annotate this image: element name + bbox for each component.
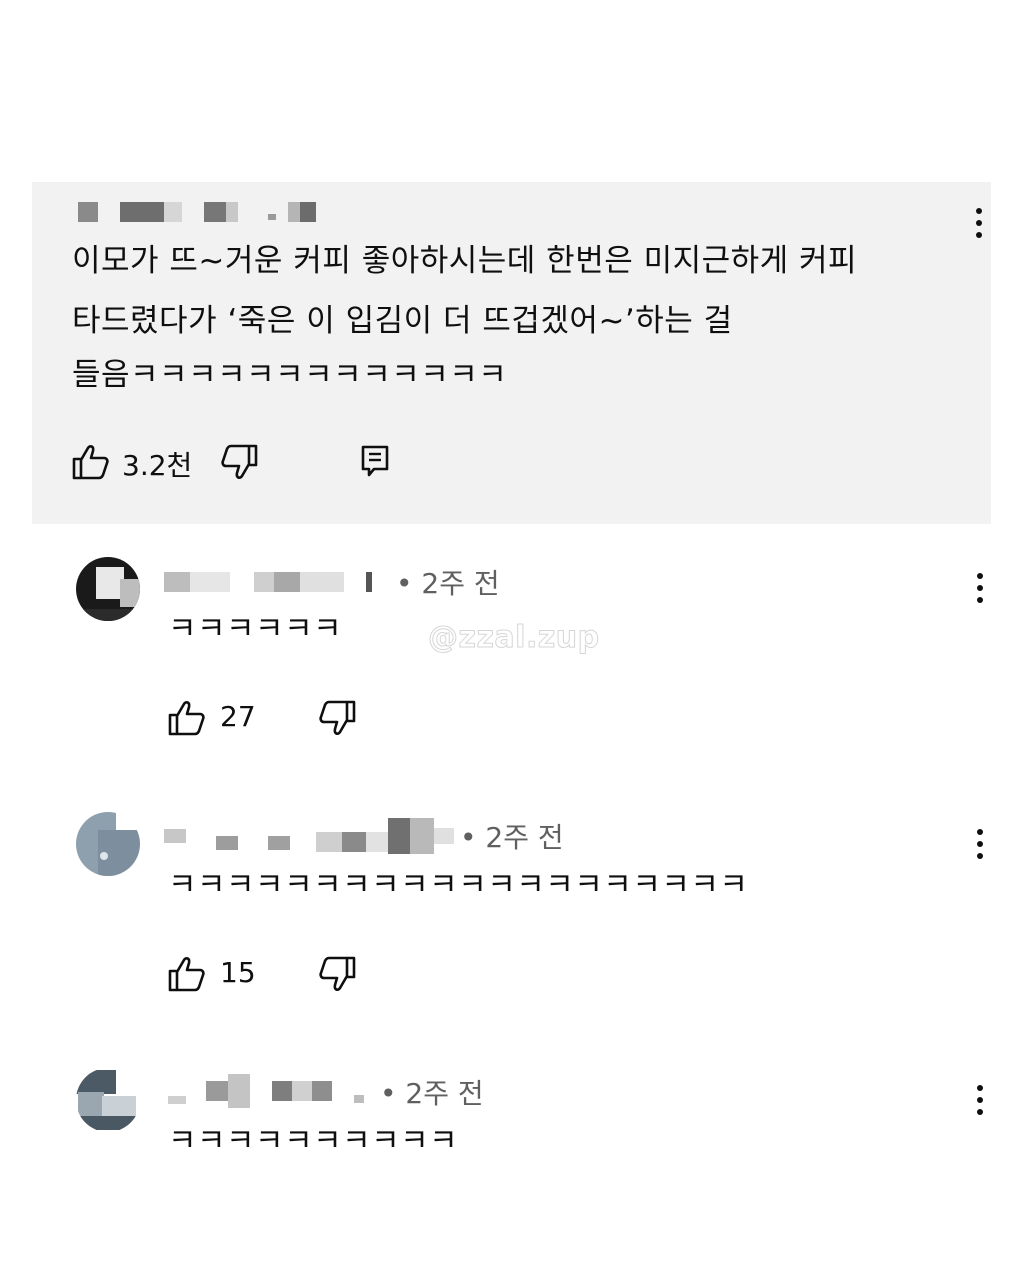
- avatar[interactable]: [76, 1068, 140, 1132]
- thumbs-up-icon[interactable]: [168, 700, 206, 736]
- reply-text: ㅋㅋㅋㅋㅋㅋㅋㅋㅋㅋ: [168, 1123, 459, 1159]
- reply-author-blurred[interactable]: [164, 572, 372, 592]
- avatar[interactable]: [76, 812, 140, 876]
- more-vert-icon[interactable]: [975, 1085, 985, 1121]
- watermark: @zzal.zup: [428, 620, 600, 656]
- reply-author-blurred[interactable]: [168, 1074, 364, 1108]
- highlighted-comment: 이모가 뜨~거운 커피 좋아하시는데 한번은 미지근하게 커피 타드렸다가 ‘죽…: [32, 182, 991, 524]
- like-count: 3.2천: [122, 449, 193, 482]
- comment-text-line-1: 이모가 뜨~거운 커피 좋아하시는데 한번은 미지근하게 커피: [72, 243, 858, 279]
- reply-text: ㅋㅋㅋㅋㅋㅋㅋㅋㅋㅋㅋㅋㅋㅋㅋㅋㅋㅋㅋㅋ: [168, 867, 749, 903]
- avatar[interactable]: [76, 557, 140, 621]
- like-count: 27: [220, 700, 256, 733]
- reply-timestamp: • 2주 전: [460, 821, 564, 854]
- reply-author-blurred[interactable]: [164, 818, 464, 854]
- more-vert-icon[interactable]: [975, 573, 985, 609]
- thumbs-down-icon[interactable]: [318, 700, 356, 736]
- reply-timestamp: • 2주 전: [396, 567, 500, 600]
- thumbs-up-icon[interactable]: [72, 444, 110, 480]
- comment-text-line-3: 들음ㅋㅋㅋㅋㅋㅋㅋㅋㅋㅋㅋㅋㅋ: [72, 357, 508, 393]
- comment-text-line-2: 타드렸다가 ‘죽은 이 입김이 더 뜨겁겠어~’하는 걸: [72, 303, 733, 339]
- thumbs-down-icon[interactable]: [220, 444, 258, 480]
- more-vert-icon[interactable]: [974, 208, 984, 244]
- reply-timestamp: • 2주 전: [380, 1077, 484, 1110]
- more-vert-icon[interactable]: [975, 829, 985, 865]
- comment-author-blurred[interactable]: [78, 202, 316, 222]
- thumbs-down-icon[interactable]: [318, 956, 356, 992]
- reply-icon[interactable]: [360, 444, 392, 478]
- thumbs-up-icon[interactable]: [168, 956, 206, 992]
- reply-text: ㅋㅋㅋㅋㅋㅋ: [168, 611, 343, 647]
- like-count: 15: [220, 956, 256, 989]
